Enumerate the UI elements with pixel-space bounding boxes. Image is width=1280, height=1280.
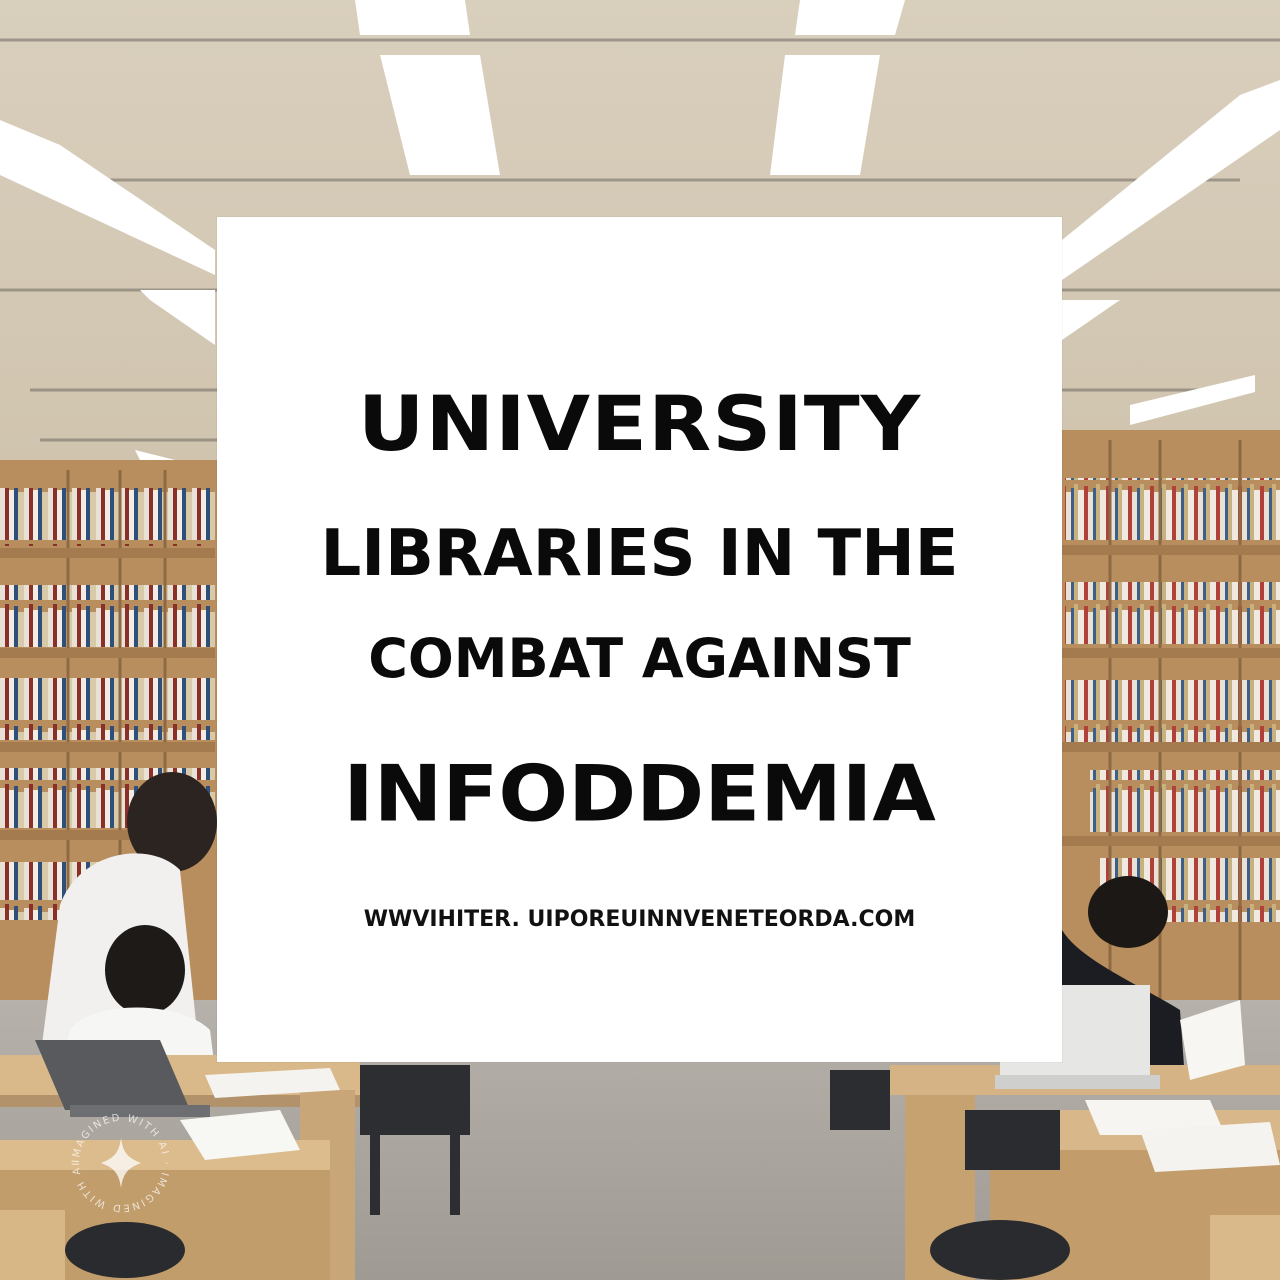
title-card: UNIVERSITY LIBRARIES IN THE COMBAT AGAIN… bbox=[217, 217, 1062, 1062]
headline-line-3: COMBAT AGAINST bbox=[368, 627, 911, 690]
ai-watermark-badge: IMAGINED WITH AI · IMAGINED WITH AI bbox=[71, 1113, 169, 1213]
headline-line-4: INFODDEMIA bbox=[343, 749, 936, 840]
sparkle-icon bbox=[101, 1138, 141, 1188]
website-url: WWVIHITER. UIPOREUINNVENETEORDA.COM bbox=[363, 907, 916, 932]
library-scene: IMAGINED WITH AI · IMAGINED WITH AI UNIV… bbox=[0, 0, 1280, 1280]
headline-line-1: UNIVERSITY bbox=[357, 380, 922, 469]
headline-line-2: LIBRARIES IN THE bbox=[320, 517, 959, 591]
